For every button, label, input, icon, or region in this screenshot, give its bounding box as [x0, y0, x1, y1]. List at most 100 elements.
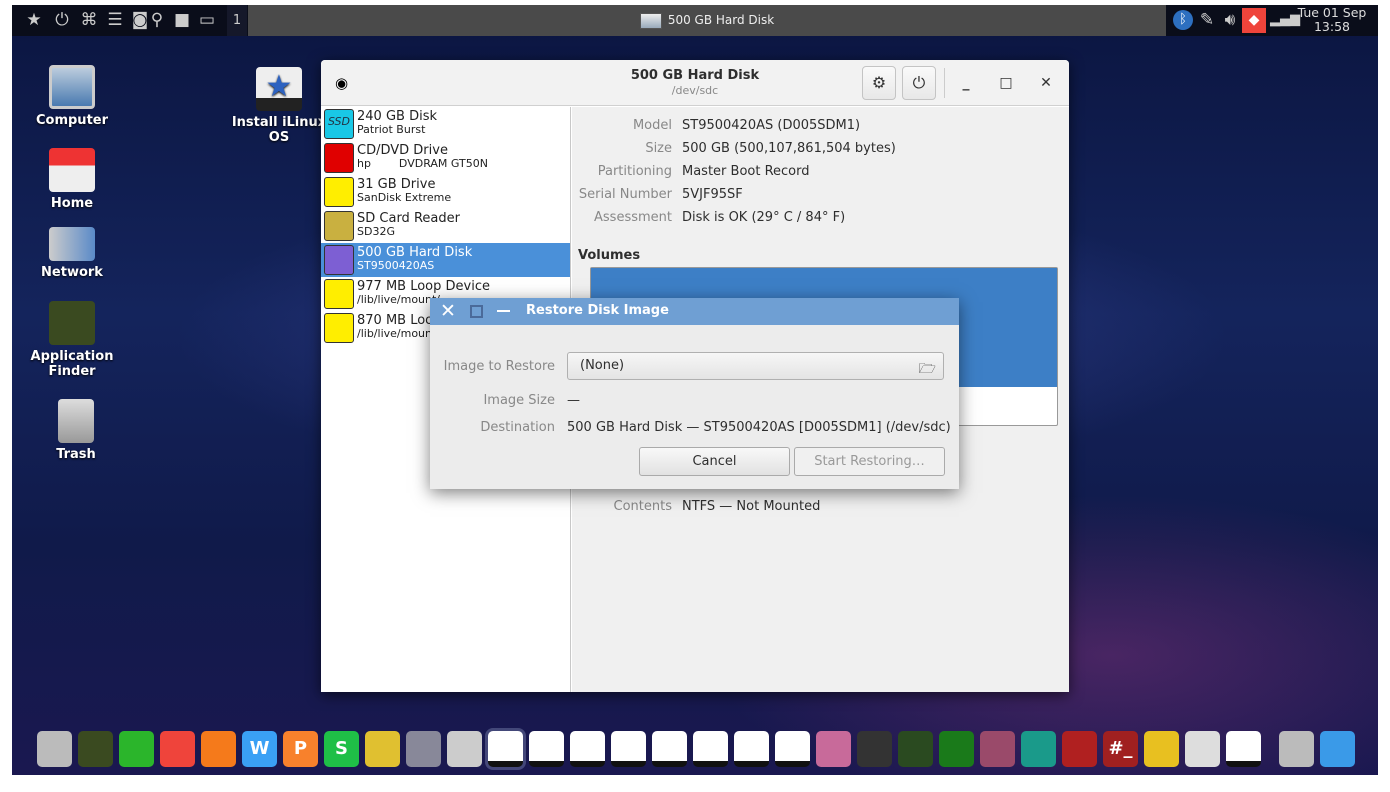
file-value: (None): [580, 358, 625, 373]
drive-item[interactable]: SSD 240 GB Disk Patriot Burst: [321, 107, 570, 141]
contents-row: Contents NTFS — Not Mounted: [572, 499, 821, 517]
wps-spreadsheet-icon[interactable]: S: [324, 731, 359, 767]
drive-options-button[interactable]: ⚙: [862, 66, 896, 100]
sync-icon[interactable]: [816, 731, 851, 767]
wps-writer-icon[interactable]: W: [242, 731, 277, 767]
anydesk-icon[interactable]: [160, 731, 195, 767]
lock-settings-icon[interactable]: [1144, 731, 1179, 767]
binoculars-icon[interactable]: [78, 731, 113, 767]
clock[interactable]: Tue 01 Sep 13:58: [1292, 6, 1372, 34]
desktop-icon-home[interactable]: Home: [22, 148, 122, 211]
close-icon[interactable]: ✕: [440, 300, 456, 322]
analyzer-disk-icon[interactable]: [652, 731, 687, 767]
scanner-icon[interactable]: [857, 731, 892, 767]
drive-subtitle: SD32G: [357, 226, 395, 238]
minimize-button[interactable]: _: [955, 72, 977, 94]
desktop-icon-application-finder[interactable]: Application Finder: [22, 301, 122, 379]
green-pipe-icon[interactable]: [119, 731, 154, 767]
label: Trash: [56, 447, 96, 462]
label: Assessment: [594, 210, 672, 225]
volume-icon[interactable]: 🔊︎: [1220, 10, 1240, 30]
desktop-icon-install[interactable]: ★ Install iLinux OS: [229, 67, 329, 145]
firefox-icon[interactable]: [201, 731, 236, 767]
storage-icon[interactable]: ☰: [105, 10, 125, 30]
root-terminal-icon[interactable]: #_: [1103, 731, 1138, 767]
health-disk-icon[interactable]: [570, 731, 605, 767]
label: Contents: [613, 499, 672, 514]
gauge-disk-icon[interactable]: [611, 731, 646, 767]
system-monitor-icon[interactable]: [898, 731, 933, 767]
value: 5VJF95SF: [682, 187, 743, 202]
drive-name: CD/DVD Drive: [357, 143, 448, 158]
image-size-label: Image Size: [483, 393, 555, 408]
tools-disk-icon[interactable]: [488, 731, 523, 767]
value: 500 GB (500,107,861,504 bytes): [682, 141, 896, 156]
value: NTFS — Not Mounted: [682, 499, 821, 514]
disc-edit-icon[interactable]: [447, 731, 482, 767]
drive-item[interactable]: 500 GB Hard Disk ST9500420AS: [321, 243, 570, 277]
ilinux-disk-icon[interactable]: [775, 731, 810, 767]
image-file-chooser[interactable]: (None) 🗁︎: [567, 352, 944, 380]
desktop-icon-computer[interactable]: Computer: [22, 65, 122, 128]
workspace-switcher[interactable]: 1: [227, 5, 247, 36]
wallpaper-icon[interactable]: [980, 731, 1015, 767]
anydesk-icon[interactable]: ◆: [1242, 8, 1266, 33]
maximize-icon[interactable]: [470, 305, 483, 318]
power-icon[interactable]: [1226, 731, 1261, 767]
restore-disk-icon[interactable]: [693, 731, 728, 767]
radar-icon[interactable]: [939, 731, 974, 767]
show-desktop-icon[interactable]: [1320, 731, 1355, 767]
wps-presentation-icon[interactable]: P: [283, 731, 318, 767]
ssd-icon: SSD: [324, 109, 354, 139]
taskbar-window-button[interactable]: 500 GB Hard Disk: [248, 5, 1166, 36]
usb-to-disc-icon[interactable]: [1185, 731, 1220, 767]
detail-row: Partitioning Master Boot Record: [572, 164, 810, 182]
genie-lamp-icon[interactable]: [365, 731, 400, 767]
screenshot-icon[interactable]: [406, 731, 441, 767]
detail-row: Size 500 GB (500,107,861,504 bytes): [572, 141, 896, 159]
top-panel: ★ ⏻ ⌘ ☰ ◙ ⚲ ■ ▭ 1 500 GB Hard Disk ᛒ ✎ 🔊…: [12, 5, 1378, 36]
power-off-button[interactable]: ⏻: [902, 66, 936, 100]
install-disk-icon[interactable]: [734, 731, 769, 767]
drive-name: 31 GB Drive: [357, 177, 436, 192]
star-icon[interactable]: ★: [24, 10, 44, 30]
binoculars-icon[interactable]: ⌘: [79, 10, 99, 30]
power-icon[interactable]: ⏻: [52, 10, 72, 30]
trash-icon[interactable]: [1279, 731, 1314, 767]
signal-icon[interactable]: ▂▄▆: [1270, 10, 1300, 30]
desktop-icon-network[interactable]: Network: [22, 227, 122, 280]
file-cabinet-icon[interactable]: [37, 731, 72, 767]
drive-name: 977 MB Loop Device: [357, 279, 490, 294]
pin-icon[interactable]: ✎: [1197, 10, 1217, 30]
multi-terminal-icon[interactable]: [1062, 731, 1097, 767]
close-button[interactable]: ✕: [1035, 72, 1057, 94]
maximize-button[interactable]: □: [995, 72, 1017, 94]
folder-icon[interactable]: ■: [172, 10, 192, 30]
cancel-button[interactable]: Cancel: [639, 447, 790, 476]
drive-item[interactable]: 31 GB Drive SanDisk Extreme: [321, 175, 570, 209]
title-bar: ◉ 500 GB Hard Disk /dev/sdc ⚙ ⏻ _ □ ✕: [321, 60, 1069, 106]
label: Computer: [35, 113, 109, 128]
detail-row: Serial Number 5VJF95SF: [572, 187, 743, 205]
drive-subtitle: SanDisk Extreme: [357, 192, 452, 204]
start-restoring-button[interactable]: Start Restoring…: [794, 447, 945, 476]
label: Model: [632, 118, 672, 133]
desktop-icon[interactable]: ▭: [197, 10, 217, 30]
desktop-icon-trash[interactable]: Trash: [26, 399, 126, 462]
desktop: ★ ⏻ ⌘ ☰ ◙ ⚲ ■ ▭ 1 500 GB Hard Disk ᛒ ✎ 🔊…: [12, 5, 1378, 775]
runner-icon[interactable]: [1021, 731, 1056, 767]
drive-name: 500 GB Hard Disk: [357, 245, 473, 260]
minimize-icon[interactable]: [497, 310, 510, 312]
bluetooth-icon[interactable]: ᛒ: [1173, 10, 1193, 30]
search-icon[interactable]: ⚲: [147, 10, 167, 30]
pie-chart-disk-icon[interactable]: [529, 731, 564, 767]
gear-icon: ⚙: [871, 73, 887, 92]
drive-subtitle: ST9500420AS: [357, 260, 435, 272]
value: Disk is OK (29° C / 84° F): [682, 210, 846, 225]
drive-item[interactable]: CD/DVD Drive hp DVDRAM GT50N: [321, 141, 570, 175]
volumes-heading: Volumes: [578, 248, 641, 263]
drive-item[interactable]: SD Card Reader SD32G: [321, 209, 570, 243]
install-icon: ★: [256, 67, 302, 111]
value: Master Boot Record: [682, 164, 810, 179]
detail-row: Assessment Disk is OK (29° C / 84° F): [572, 210, 845, 228]
